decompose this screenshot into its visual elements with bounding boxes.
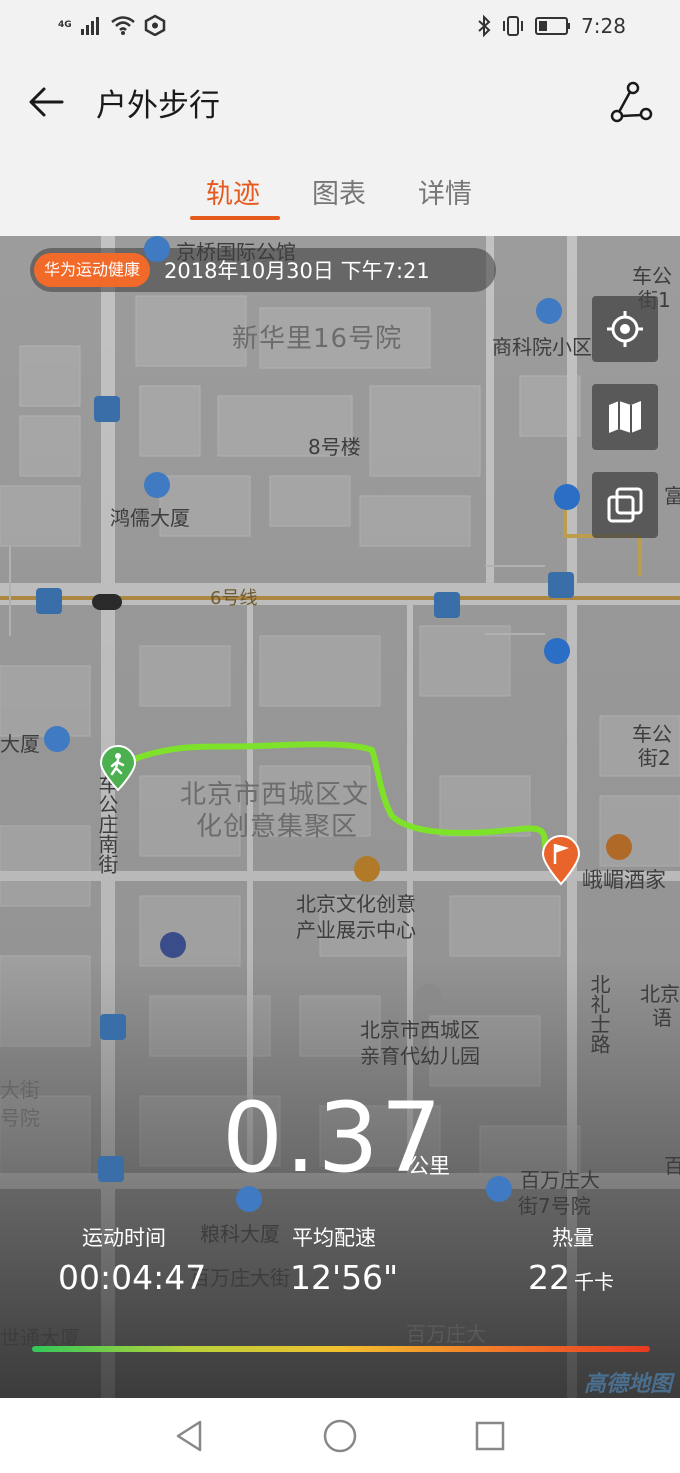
app-header: 户外步行 [0, 56, 680, 148]
museum-poi-icon [354, 856, 380, 882]
network-label: 4G [58, 20, 72, 30]
building-poi-icon [44, 726, 70, 752]
map-label: 北礼士路 [587, 974, 611, 1054]
bus-stop-icon [94, 396, 120, 422]
tab-track[interactable]: 轨迹 [206, 172, 260, 211]
vibrate-icon [503, 16, 524, 36]
map-label: 语 [652, 1006, 672, 1030]
map-mode-button[interactable] [592, 384, 658, 450]
wifi-icon [110, 16, 135, 35]
map-label: 6号线 [210, 588, 258, 609]
map-label: 北京市西城区 [360, 1018, 480, 1042]
map-label: 百 [664, 1154, 680, 1178]
map-label: 8号楼 [308, 435, 361, 459]
calories-unit: 千卡 [574, 1270, 614, 1294]
route-icon [610, 81, 653, 123]
hospital-h-icon [544, 638, 570, 664]
tab-details[interactable]: 详情 [418, 172, 472, 211]
signal-icon [80, 17, 99, 35]
arrow-left-icon [29, 87, 64, 117]
school-poi-icon [416, 984, 442, 1010]
store-poi-icon [160, 932, 186, 958]
map-label: 街2 [638, 746, 671, 770]
map-label: 百万庄大 [520, 1168, 600, 1192]
bus-stop-icon [100, 1014, 126, 1040]
duration-label: 运动时间 [82, 1226, 166, 1250]
bluetooth-icon [478, 15, 491, 37]
map-label: 商科院小区 [492, 335, 592, 359]
map-label: 北京文化创意 [296, 892, 416, 916]
map-label: 峨嵋酒家 [582, 868, 666, 892]
brand-badge: 华为运动健康 [34, 253, 151, 287]
locate-icon [607, 311, 643, 347]
nav-back-button[interactable] [170, 1416, 210, 1456]
nav-home-button[interactable] [320, 1416, 360, 1456]
bus-stop-icon [434, 592, 460, 618]
back-triangle-icon [176, 1420, 202, 1452]
map-label: 化创意集聚区 [196, 812, 359, 842]
building-poi-icon [536, 298, 562, 324]
tab-chart[interactable]: 图表 [312, 172, 366, 211]
bus-stop-icon [98, 1156, 124, 1182]
locate-button[interactable] [592, 296, 658, 362]
map-label: 百万庄大 [406, 1322, 486, 1346]
finish-flag-pin-icon [541, 835, 581, 886]
map-label: 亲育代幼儿园 [360, 1044, 480, 1068]
recents-square-icon [475, 1421, 505, 1451]
distance-unit: 公里 [408, 1154, 450, 1178]
start-pin-icon [99, 745, 137, 792]
home-circle-icon [323, 1419, 357, 1453]
calories-label: 热量 [552, 1226, 594, 1250]
restaurant-poi-icon [606, 834, 632, 860]
building-poi-icon [144, 236, 170, 262]
map-label: 京桥国际公馆 [176, 240, 296, 264]
bus-stop-icon [36, 588, 62, 614]
layers-button[interactable] [592, 472, 658, 538]
page-title: 户外步行 [96, 88, 220, 124]
status-bar: 4G 7:28 [0, 0, 680, 56]
exit-e-icon [554, 484, 580, 510]
map-label: 大厦 [0, 732, 40, 756]
nav-recents-button[interactable] [470, 1416, 510, 1456]
map-label: 产业展示中心 [296, 918, 416, 942]
calories-value: 22 [528, 1258, 570, 1297]
tab-bar: 轨迹 图表 详情 [0, 148, 680, 236]
tab-indicator [190, 216, 280, 220]
map-mode-icon [609, 401, 641, 433]
system-nav-bar [0, 1398, 680, 1473]
map-label: 街7号院 [518, 1194, 591, 1218]
hd-icon [144, 14, 165, 36]
map-label: 粮科大厦 [200, 1222, 280, 1246]
clock: 7:28 [581, 14, 626, 38]
amap-logo: 高德地图 [583, 1372, 672, 1397]
battery-icon [535, 17, 571, 35]
pace-value: 12'56" [290, 1258, 399, 1297]
bus-stop-icon [548, 572, 574, 598]
map-label: 号院 [0, 1106, 40, 1130]
map-label: 大街 [0, 1078, 40, 1102]
building-poi-icon [144, 472, 170, 498]
map-label: 富通 [664, 484, 680, 508]
pace-label: 平均配速 [292, 1226, 376, 1250]
pace-gradient-bar [32, 1346, 650, 1352]
back-button[interactable] [24, 78, 72, 126]
traffic-light-icon [92, 594, 122, 610]
map-label: 新华里16号院 [232, 324, 403, 354]
building-poi-icon [486, 1176, 512, 1202]
map-label: 鸿儒大厦 [110, 506, 190, 530]
calories-block: 22 千卡 [528, 1258, 614, 1297]
duration-value: 00:04:47 [58, 1258, 207, 1297]
route-button[interactable] [608, 78, 656, 126]
layers-icon [607, 487, 643, 523]
